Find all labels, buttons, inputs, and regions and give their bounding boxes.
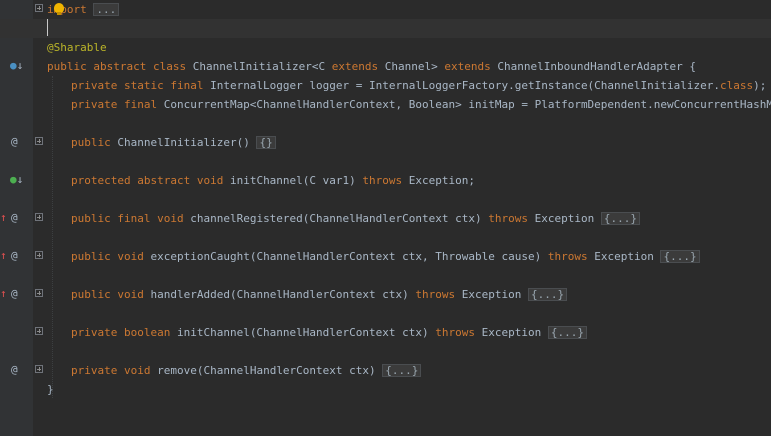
logger-modifiers: private static final [71, 79, 204, 92]
fold-expand-icon[interactable] [35, 4, 43, 12]
method-signature: exceptionCaught(ChannelHandlerContext ct… [143, 250, 548, 263]
at-icon[interactable]: @ [11, 363, 18, 377]
logger-end: ); [753, 79, 767, 92]
method-modifiers: protected abstract void [71, 174, 224, 187]
lightbulb-icon[interactable] [54, 3, 64, 15]
generic-type: Channel> [378, 60, 445, 73]
folded-body[interactable]: {...} [382, 364, 422, 377]
code-line-logger[interactable]: private static final InternalLogger logg… [0, 76, 771, 95]
method-modifiers: public final void [71, 212, 184, 225]
throws-keyword: throws [488, 212, 528, 225]
code-line-close[interactable]: } [0, 380, 771, 399]
folded-imports[interactable]: ... [93, 3, 120, 16]
override-up-icon[interactable]: ↑ [0, 211, 7, 225]
folded-body[interactable]: {...} [660, 250, 700, 263]
throws-keyword: throws [547, 250, 588, 263]
code-line-handler-added[interactable]: ↑ @ public void handlerAdded(ChannelHand… [0, 285, 771, 304]
method-modifiers: private boolean [71, 326, 171, 339]
code-line-import[interactable]: import ... [0, 0, 771, 19]
method-signature: initChannel(ChannelHandlerContext ctx) [170, 326, 436, 339]
code-line-init-private[interactable]: private boolean initChannel(ChannelHandl… [0, 323, 771, 342]
closing-brace: } [47, 383, 54, 396]
class-keyword: class [720, 79, 754, 92]
override-up-icon[interactable]: ↑ [0, 287, 7, 301]
code-line-exception-caught[interactable]: ↑ @ public void exceptionCaught(ChannelH… [0, 247, 771, 266]
folded-body[interactable]: {} [256, 136, 276, 149]
at-icon[interactable]: @ [11, 135, 18, 149]
sharable-annotation: @Sharable [47, 41, 107, 54]
logger-declaration: InternalLogger logger = InternalLoggerFa… [203, 79, 721, 92]
folded-body[interactable]: {...} [528, 288, 568, 301]
code-line-channel-registered[interactable]: ↑ @ public final void channelRegistered(… [0, 209, 771, 228]
constructor-modifier: public [71, 136, 111, 149]
at-icon[interactable]: @ [11, 249, 18, 263]
class-name: ChannelInitializer [186, 60, 312, 73]
exception-type: Exception [527, 212, 601, 225]
method-signature: handlerAdded(ChannelHandlerContext ctx) [143, 288, 416, 301]
override-up-icon[interactable]: ↑ [0, 249, 7, 263]
code-line-annotation[interactable]: @Sharable [0, 38, 771, 57]
fold-expand-icon[interactable] [35, 289, 43, 297]
exception-type: Exception [587, 250, 661, 263]
implemented-down-icon[interactable]: ●↓ [10, 59, 23, 73]
parent-class: ChannelInboundHandlerAdapter { [490, 60, 697, 73]
code-line-init-abstract[interactable]: ●↓ protected abstract void initChannel(C… [0, 171, 771, 190]
fold-expand-icon[interactable] [35, 251, 43, 259]
code-line-class-declaration[interactable]: ●↓ public abstract class ChannelInitiali… [0, 57, 771, 76]
constructor-signature: ChannelInitializer() [110, 136, 257, 149]
fold-expand-icon[interactable] [35, 137, 43, 145]
code-line-constructor[interactable]: @ public ChannelInitializer() {} [0, 133, 771, 152]
extends-keyword-2: extends [444, 60, 491, 73]
fold-expand-icon[interactable] [35, 327, 43, 335]
exception-type: Exception [455, 288, 528, 301]
method-signature: remove(ChannelHandlerContext ctx) [150, 364, 383, 377]
import-keyword: import [47, 3, 87, 16]
extends-keyword: extends [331, 60, 379, 73]
exception-type: Exception [475, 326, 548, 339]
code-line-current[interactable] [0, 19, 771, 38]
throws-keyword: throws [362, 174, 403, 187]
method-modifiers: private void [71, 364, 151, 377]
code-line-initmap[interactable]: private final ConcurrentMap<ChannelHandl… [0, 95, 771, 114]
fold-expand-icon[interactable] [35, 213, 43, 221]
implemented-down-icon[interactable]: ●↓ [10, 173, 23, 187]
method-modifiers: public void [71, 250, 144, 263]
initmap-declaration: ConcurrentMap<ChannelHandlerContext, Boo… [157, 98, 771, 111]
class-modifiers: public abstract class [47, 60, 187, 73]
throws-keyword: throws [435, 326, 475, 339]
folded-body[interactable]: {...} [600, 212, 640, 225]
code-line-remove[interactable]: @ private void remove(ChannelHandlerCont… [0, 361, 771, 380]
throws-keyword: throws [415, 288, 456, 301]
text-caret [47, 19, 48, 36]
method-signature: channelRegistered(ChannelHandlerContext … [183, 212, 489, 225]
at-icon[interactable]: @ [11, 287, 18, 301]
initmap-modifiers: private final [71, 98, 158, 111]
method-modifiers: public void [71, 288, 144, 301]
exception-type: Exception; [402, 174, 476, 187]
method-signature: initChannel(C var1) [223, 174, 363, 187]
folded-body[interactable]: {...} [547, 326, 587, 339]
indent-guide [52, 76, 53, 398]
generic-open: <C [311, 60, 332, 73]
at-icon[interactable]: @ [11, 211, 18, 225]
fold-expand-icon[interactable] [35, 365, 43, 373]
